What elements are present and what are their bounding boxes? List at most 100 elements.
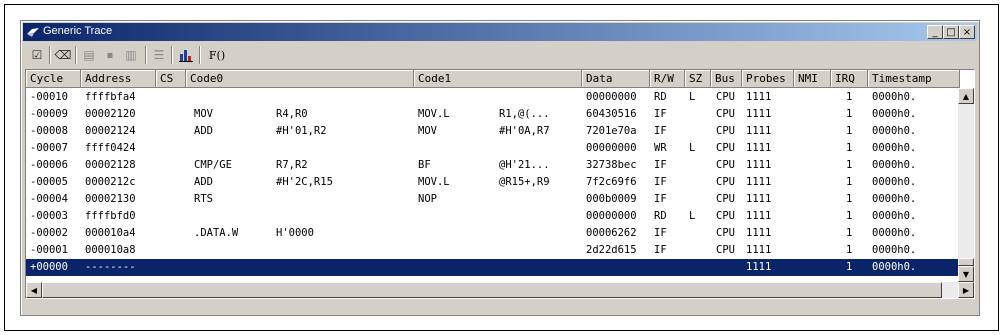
column-header-irq[interactable]: IRQ — [831, 70, 868, 88]
horizontal-scrollbar[interactable]: ◀ ▶ — [26, 282, 974, 298]
address-cell: 00002120 — [85, 108, 136, 120]
code0-opcode-cell: ADD — [194, 176, 213, 188]
column-header-timestamp[interactable]: Timestamp — [868, 70, 960, 88]
data-cell: 7f2c69f6 — [586, 176, 637, 188]
stop-button[interactable]: ⏹ — [100, 45, 120, 65]
irq-cell: 1 — [846, 142, 853, 154]
close-icon: × — [962, 26, 972, 38]
chart-button[interactable] — [176, 45, 196, 65]
table-row[interactable]: -00002 000010a4 .DATA.W H'0000 00006262 IF CPU… — [26, 225, 958, 242]
bus-cell: CPU — [716, 159, 735, 171]
table-row[interactable]: -00003 ffffbfd0 00000000 RD L CPU 1111 1 0000h0. — [26, 208, 958, 225]
timestamp-cell: 0000h0. — [872, 176, 917, 188]
code0-operand-cell: R7,R2 — [276, 159, 308, 171]
table-row[interactable]: -00001 000010a8 2d22d615 IF CPU 1111 1 0000h0. — [26, 242, 958, 259]
column-header-rw[interactable]: R/W — [650, 70, 685, 88]
irq-cell: 1 — [846, 176, 853, 188]
rw-cell: IF — [654, 193, 667, 205]
column-header-address[interactable]: Address — [81, 70, 156, 88]
probes-cell: 1111 — [746, 142, 772, 154]
code0-opcode-cell: RTS — [194, 193, 213, 205]
column-header-code1[interactable]: Code1 — [414, 70, 582, 88]
code1-opcode-cell: MOV.L — [418, 108, 450, 120]
trace-table: Cycle Address CS Code0 Code1 Data R/W SZ… — [25, 69, 975, 299]
table-row[interactable]: -00007 ffff0424 00000000 WR L CPU 1111 1 0000h0. — [26, 140, 958, 157]
title-bar[interactable]: Generic Trace _ □ × — [23, 23, 977, 41]
rw-cell: IF — [654, 125, 667, 137]
code1-opcode-cell: MOV.L — [418, 176, 450, 188]
column-header-nmi[interactable]: NMI — [794, 70, 831, 88]
cycle-cell: -00007 — [30, 142, 68, 154]
table-row[interactable]: -00008 00002124 ADD #H'01,R2 MOV #H'0A,R7 7201… — [26, 123, 958, 140]
address-cell: 00002130 — [85, 193, 136, 205]
scroll-down-button[interactable]: ▼ — [958, 266, 974, 282]
column-header-sz[interactable]: SZ — [685, 70, 711, 88]
column-header-cs[interactable]: CS — [156, 70, 186, 88]
minimize-button[interactable]: _ — [927, 25, 943, 39]
cycle-cell: -00004 — [30, 193, 68, 205]
vertical-scroll-thumb[interactable] — [958, 258, 974, 266]
scroll-up-button[interactable]: ▲ — [958, 88, 974, 104]
irq-cell: 1 — [846, 210, 853, 222]
cycle-cell: -00009 — [30, 108, 68, 120]
clear-button[interactable]: ⌫ — [53, 45, 73, 65]
arrow-right-icon: ▶ — [962, 285, 970, 295]
rw-cell: IF — [654, 108, 667, 120]
code1-opcode-cell: BF — [418, 159, 431, 171]
function-button[interactable]: F() — [205, 45, 229, 65]
window-title: Generic Trace — [43, 25, 113, 37]
data-cell: 2d22d615 — [586, 244, 637, 256]
start-icon: ▤ — [83, 48, 95, 62]
cycle-cell: -00001 — [30, 244, 68, 256]
address-cell: 000010a8 — [85, 244, 136, 256]
properties-icon: ☑ — [31, 48, 43, 62]
sz-cell: L — [689, 142, 696, 154]
table-row[interactable]: -00004 00002130 RTS NOP 000b0009 IF CPU 1111 1 00… — [26, 191, 958, 208]
timestamp-cell: 0000h0. — [872, 261, 917, 273]
irq-cell: 1 — [846, 91, 853, 103]
vertical-scrollbar[interactable]: ▲ ▼ — [958, 88, 974, 282]
irq-cell: 1 — [846, 108, 853, 120]
horizontal-scroll-thumb[interactable] — [42, 282, 942, 298]
cycle-cell: +00000 — [30, 261, 68, 273]
minimize-icon: _ — [932, 26, 938, 38]
properties-button[interactable]: ☑ — [27, 45, 47, 65]
rw-cell: IF — [654, 244, 667, 256]
code0-opcode-cell: .DATA.W — [194, 227, 239, 239]
toolbar-separator — [171, 46, 173, 64]
column-header-cycle[interactable]: Cycle — [26, 70, 81, 88]
maximize-button[interactable]: □ — [943, 25, 959, 39]
scroll-right-button[interactable]: ▶ — [958, 282, 974, 298]
close-button[interactable]: × — [959, 25, 975, 39]
probes-cell: 1111 — [746, 244, 772, 256]
toolbar-separator — [49, 46, 51, 64]
timestamp-cell: 0000h0. — [872, 125, 917, 137]
probes-cell: 1111 — [746, 159, 772, 171]
code0-opcode-cell: MOV — [194, 108, 213, 120]
address-cell: 00002124 — [85, 125, 136, 137]
timestamp-cell: 0000h0. — [872, 193, 917, 205]
step-button[interactable]: ▥ — [121, 45, 141, 65]
address-cell: ffffbfd0 — [85, 210, 136, 222]
column-header-data[interactable]: Data — [582, 70, 650, 88]
table-header: Cycle Address CS Code0 Code1 Data R/W SZ… — [26, 70, 974, 88]
clear-icon: ⌫ — [54, 48, 72, 62]
column-header-probes[interactable]: Probes — [742, 70, 794, 88]
table-row[interactable]: -00010 ffffbfa4 00000000 RD L CPU 1111 1 0000h0. — [26, 89, 958, 106]
column-header-code0[interactable]: Code0 — [186, 70, 414, 88]
table-row[interactable]: -00005 0000212c ADD #H'2C,R15 MOV.L @R15+,R9 7… — [26, 174, 958, 191]
scroll-left-button[interactable]: ◀ — [26, 282, 42, 298]
table-row[interactable]: +00000 -------- 1111 1 0000h0. — [26, 259, 958, 276]
list-button[interactable]: ☰ — [149, 45, 169, 65]
irq-cell: 1 — [846, 244, 853, 256]
list-icon: ☰ — [153, 48, 165, 62]
table-row[interactable]: -00009 00002120 MOV R4,R0 MOV.L R1,@(... 60430… — [26, 106, 958, 123]
probes-cell: 1111 — [746, 193, 772, 205]
table-row[interactable]: -00006 00002128 CMP/GE R7,R2 BF @H'21... 32738… — [26, 157, 958, 174]
data-cell: 32738bec — [586, 159, 637, 171]
irq-cell: 1 — [846, 193, 853, 205]
start-button[interactable]: ▤ — [79, 45, 99, 65]
cycle-cell: -00010 — [30, 91, 68, 103]
address-cell: -------- — [85, 261, 136, 273]
column-header-bus[interactable]: Bus — [711, 70, 742, 88]
